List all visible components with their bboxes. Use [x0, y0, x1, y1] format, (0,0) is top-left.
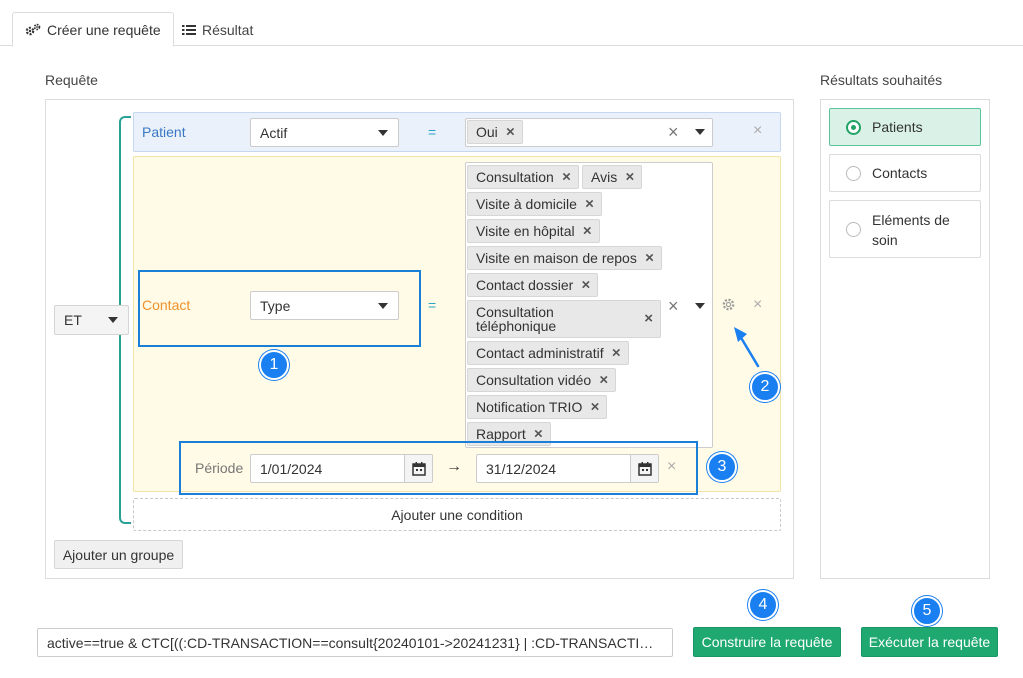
chip-label: Rapport: [476, 426, 526, 442]
result-option-label: Contacts: [872, 165, 928, 181]
chip-label: Contact administratif: [476, 345, 604, 361]
remove-chip-icon[interactable]: ×: [583, 223, 592, 240]
chip-label: Visite en hôpital: [476, 223, 575, 239]
contact-type-chip: Avis ×: [582, 165, 643, 189]
annotation-box-3: [179, 441, 698, 495]
chevron-down-icon[interactable]: [695, 129, 705, 135]
annotation-badge-5: 5: [912, 596, 942, 626]
radio-icon: [846, 222, 861, 237]
clear-values-icon[interactable]: ×: [668, 297, 679, 315]
chevron-down-icon: [108, 317, 118, 323]
remove-chip-icon[interactable]: ×: [585, 196, 594, 213]
query-string-value: active==true & CTC[((:CD-TRANSACTION==co…: [47, 634, 663, 651]
gear-icon[interactable]: [721, 297, 736, 315]
group-operator-value: ET: [64, 312, 82, 328]
chip-label: Visite en maison de repos: [476, 250, 637, 266]
query-string-input[interactable]: active==true & CTC[((:CD-TRANSACTION==co…: [37, 628, 673, 657]
chip-label: Avis: [591, 169, 618, 185]
annotation-badge-2: 2: [750, 372, 780, 402]
result-option-label: Eléments de soin: [872, 212, 950, 248]
chip-label: Visite à domicile: [476, 196, 577, 212]
remove-chip-icon[interactable]: ×: [644, 311, 653, 326]
list-icon: [182, 24, 196, 36]
result-option-contacts[interactable]: Contacts: [829, 154, 981, 192]
chevron-down-icon: [378, 129, 388, 136]
contact-type-chip: Contact administratif ×: [467, 341, 629, 365]
query-section-label: Requête: [45, 72, 98, 88]
annotation-arrow-icon: [734, 327, 760, 368]
remove-chip-icon[interactable]: ×: [645, 250, 654, 267]
patient-field-value: Actif: [260, 124, 288, 141]
chip-label: Consultation vidéo: [476, 372, 592, 388]
run-query-button[interactable]: Exécuter la requête: [861, 627, 998, 657]
remove-chip-icon[interactable]: ×: [612, 345, 621, 362]
remove-chip-icon[interactable]: ×: [506, 124, 515, 141]
remove-chip-icon[interactable]: ×: [582, 277, 591, 294]
annotation-badge-3: 3: [707, 452, 737, 482]
remove-condition-icon[interactable]: ×: [753, 123, 762, 139]
tab-result[interactable]: Résultat: [170, 12, 265, 47]
contact-operator: =: [428, 297, 437, 313]
contact-type-chip: Contact dossier ×: [467, 273, 599, 297]
build-query-button[interactable]: Construire la requête: [693, 627, 841, 657]
annotation-badge-1: 1: [259, 350, 289, 380]
chip-label: Contact dossier: [476, 277, 574, 293]
contact-type-chip: Consultation vidéo ×: [467, 368, 617, 392]
contact-type-chip: Visite en hôpital ×: [467, 219, 600, 243]
tab-bar: Créer une requête Résultat: [0, 0, 1023, 47]
result-option-patients[interactable]: Patients: [829, 108, 981, 146]
contact-type-chip: Visite à domicile ×: [467, 192, 602, 216]
add-condition-button[interactable]: Ajouter une condition: [133, 498, 781, 531]
clear-values-icon[interactable]: ×: [668, 123, 679, 141]
chip-label: Consultation téléphonique: [476, 304, 557, 334]
contact-type-chip: Consultation téléphonique ×: [467, 300, 661, 338]
remove-condition-icon[interactable]: ×: [753, 297, 762, 313]
contact-type-chip: Consultation ×: [467, 165, 579, 189]
remove-chip-icon[interactable]: ×: [625, 169, 634, 186]
tab-create-query[interactable]: Créer une requête: [12, 12, 174, 47]
chip-label: Notification TRIO: [476, 399, 583, 415]
remove-chip-icon[interactable]: ×: [599, 372, 608, 389]
patient-value-chip: Oui ×: [467, 120, 523, 144]
remove-chip-icon[interactable]: ×: [562, 169, 571, 186]
annotation-box-1: [138, 270, 421, 347]
patient-field-select[interactable]: Actif: [250, 118, 399, 147]
result-option-care-elements[interactable]: Eléments de soin: [829, 200, 981, 258]
group-operator-select[interactable]: ET: [54, 305, 129, 335]
result-option-label: Patients: [872, 119, 923, 135]
add-group-button[interactable]: Ajouter un groupe: [54, 540, 183, 569]
contact-type-chip: Visite en maison de repos ×: [467, 246, 662, 270]
annotation-badge-4: 4: [748, 590, 778, 620]
tab-result-label: Résultat: [202, 21, 254, 38]
tab-create-query-label: Créer une requête: [47, 21, 161, 38]
radio-icon: [846, 166, 861, 181]
gears-icon: [25, 23, 41, 37]
results-section-label: Résultats souhaités: [820, 72, 943, 88]
remove-chip-icon[interactable]: ×: [591, 399, 600, 416]
chip-label: Consultation: [476, 169, 554, 185]
patient-entity-label: Patient: [142, 124, 186, 140]
patient-operator: =: [428, 124, 437, 140]
radio-selected-icon: [846, 120, 861, 135]
chevron-down-icon[interactable]: [695, 303, 705, 309]
chip-label: Oui: [476, 124, 498, 140]
remove-chip-icon[interactable]: ×: [534, 426, 543, 443]
contact-type-chip: Notification TRIO ×: [467, 395, 608, 419]
